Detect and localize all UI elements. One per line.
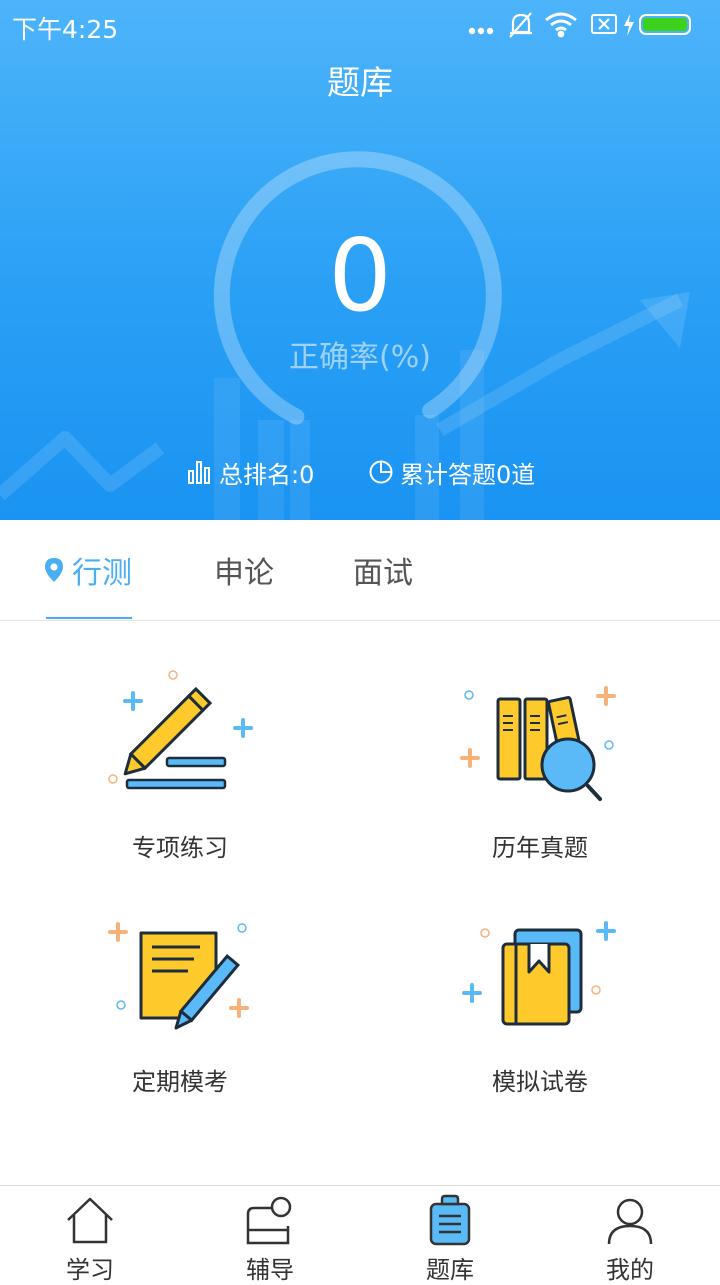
tab-label: 面试 [353,556,413,591]
tab-label: 行测 [72,556,132,591]
bookmark-book-icon [462,921,616,1026]
stats-header: 下午4:25 题库 0 正确率(%) 总排名:0 累计答题0道 [0,0,720,520]
bottom-navigation: 学习 辅导 题库 我的 [0,1185,720,1284]
tab-shenlun[interactable]: 申论 [214,550,274,591]
feature-mock-test[interactable]: 定期模考 [0,902,360,1112]
nav-tutoring[interactable]: 辅导 [180,1186,360,1284]
books-search-icon [460,686,616,801]
answered-count: 累计答题0道 [368,455,535,489]
feature-past-exams[interactable]: 历年真题 [360,668,720,878]
feature-special-practice[interactable]: 专项练习 [0,668,360,878]
bar-chart-icon [188,461,210,484]
feature-label: 模拟试卷 [492,1068,588,1096]
accuracy-label: 正确率(%) [289,340,431,375]
clipboard-icon [429,1194,471,1246]
total-rank-text: 总排名:0 [219,460,315,489]
category-tabs: 行测 申论 面试 [0,520,720,621]
tab-mianshi[interactable]: 面试 [353,550,413,591]
feature-label: 定期模考 [132,1068,228,1096]
location-pin-icon [45,558,63,582]
tab-xingce[interactable]: 行测 [44,550,132,591]
tutoring-icon [246,1196,292,1245]
tab-label: 申论 [214,556,274,591]
nav-mine[interactable]: 我的 [540,1186,720,1284]
answered-count-text: 累计答题0道 [400,460,536,489]
nav-question-bank[interactable]: 题库 [360,1186,540,1284]
nav-study[interactable]: 学习 [0,1186,180,1284]
active-tab-indicator [46,617,132,619]
feature-label: 历年真题 [492,834,588,862]
feature-label: 专项练习 [132,834,228,862]
person-icon [607,1198,653,1245]
pie-chart-icon [369,460,393,484]
feature-simulated-paper[interactable]: 模拟试卷 [360,902,720,1112]
pencil-practice-icon [108,670,253,790]
total-rank: 总排名:0 [187,455,314,489]
document-pen-icon [108,922,249,1030]
home-icon [67,1197,113,1244]
accuracy-value: 0 [328,217,392,334]
